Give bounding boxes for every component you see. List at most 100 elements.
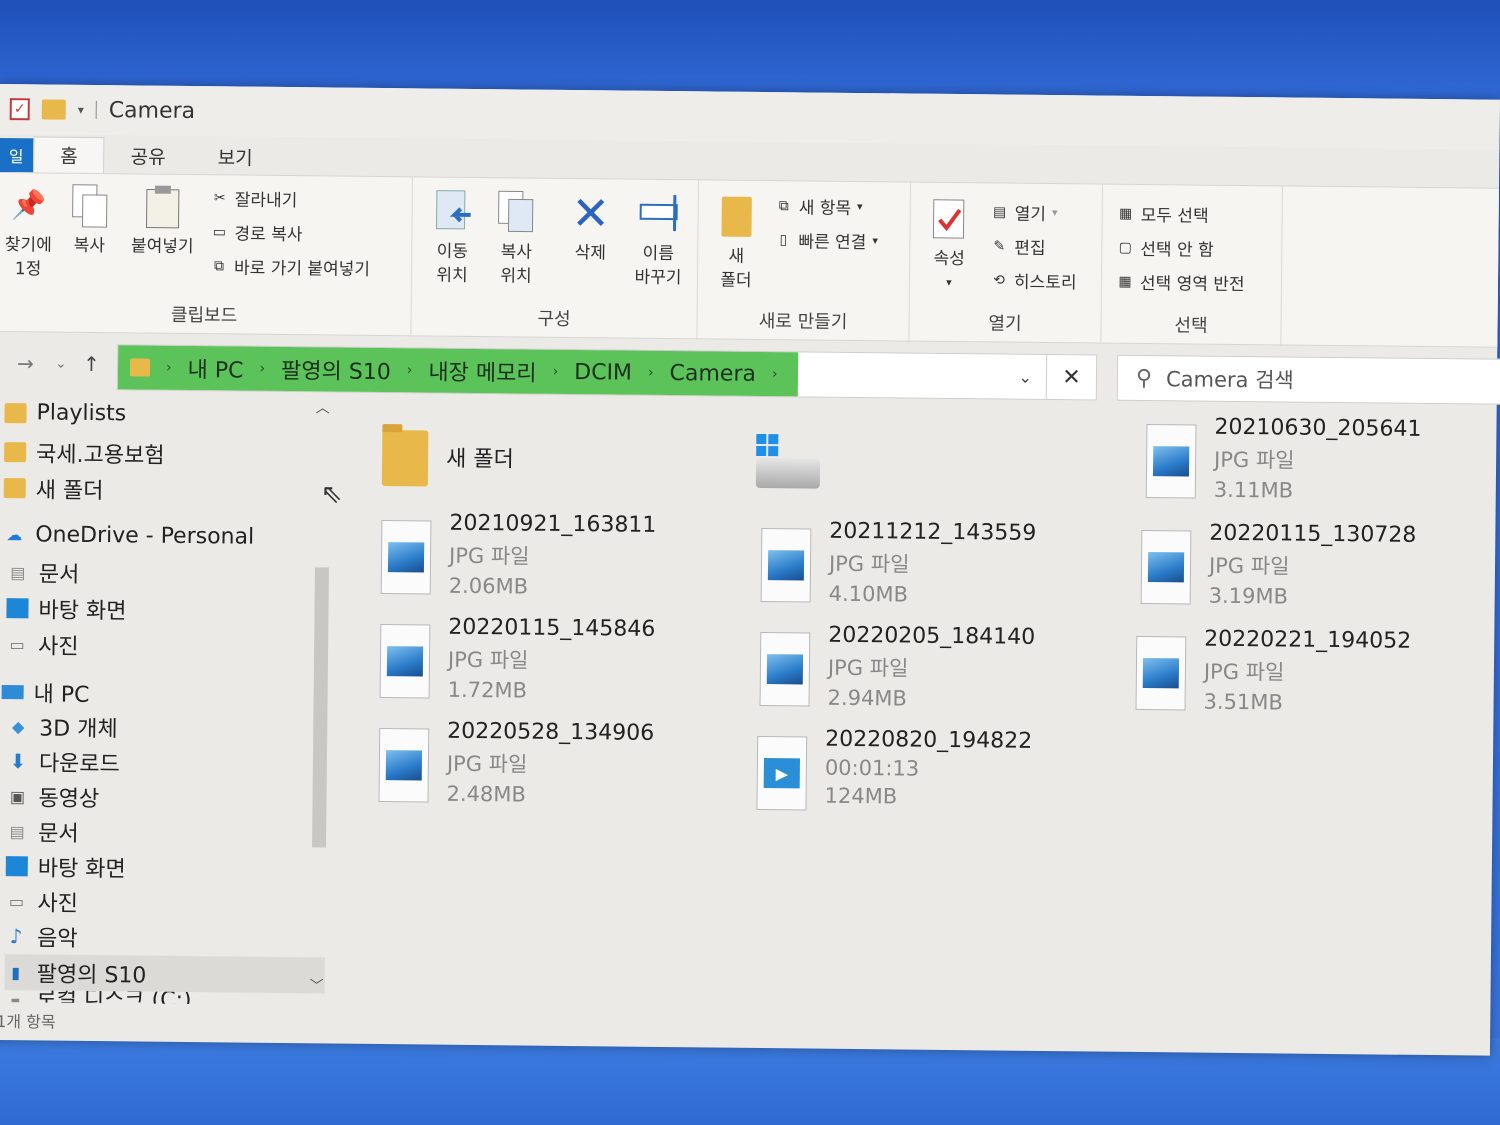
file-tile[interactable]: 20220528_134906 JPG 파일 2.48MB: [378, 718, 654, 808]
select-none-label: 선택 안 함: [1140, 239, 1214, 261]
copy-label: 복사: [73, 235, 106, 257]
up-arrow-icon[interactable]: ↑: [83, 352, 100, 376]
search-input[interactable]: ⚲ Camera 검색: [1116, 354, 1500, 405]
properties-button[interactable]: 속성 ▾: [924, 195, 975, 296]
new-folder-button[interactable]: 새 폴더: [712, 192, 761, 292]
sidebar-item-music[interactable]: ♪ 음악: [5, 920, 78, 953]
tile-size: 2.06MB: [448, 573, 529, 599]
invert-selection-button[interactable]: ▦ 선택 영역 반전: [1116, 269, 1245, 295]
recent-dropdown-icon[interactable]: ⌄: [55, 356, 67, 372]
drive-icon: ▬: [10, 994, 21, 1005]
select-group-label: 선택: [1174, 315, 1208, 337]
open-group-label: 열기: [988, 313, 1022, 335]
image-file-icon: [1135, 635, 1187, 711]
sidebar-item-tax-insurance[interactable]: 국세.고용보험: [4, 436, 165, 470]
select-none-button[interactable]: ▢ 선택 안 함: [1116, 235, 1214, 261]
sidebar-item-label: 내 PC: [33, 682, 90, 708]
copy-button[interactable]: 복사: [64, 182, 115, 259]
search-placeholder: Camera 검색: [1165, 367, 1294, 393]
sidebar-item-local-disk[interactable]: ▬ 로컬 디스크 (C:): [4, 990, 192, 1005]
breadcrumb-my-pc[interactable]: 내 PC: [187, 352, 243, 385]
edit-button[interactable]: ✎ 편집: [990, 233, 1046, 259]
drive-tile[interactable]: [755, 430, 821, 489]
breadcrumb-dcim[interactable]: DCIM: [574, 360, 632, 386]
chevron-right-icon: ›: [406, 362, 413, 379]
sidebar-item-onedrive[interactable]: ☁ OneDrive - Personal: [3, 522, 254, 549]
select-all-label: 모두 선택: [1140, 205, 1209, 227]
sidebar-item-my-pc[interactable]: 내 PC: [1, 676, 90, 709]
tab-share[interactable]: 공유: [105, 137, 192, 174]
pin-icon: 📌: [11, 188, 47, 222]
breadcrumb-device[interactable]: 팔영의 S10: [281, 353, 391, 386]
copy-to-button[interactable]: 복사 위치: [488, 188, 545, 289]
scissors-icon: ✂: [213, 189, 226, 206]
easy-access-button[interactable]: ▯ 빠른 연결 ▾: [774, 227, 878, 253]
drive-icon: [755, 433, 821, 489]
sidebar-item-new-folder[interactable]: 새 폴더: [3, 472, 104, 505]
sidebar-item-3d-objects[interactable]: ◆ 3D 개체: [7, 710, 118, 743]
new-folder-quick-icon[interactable]: [41, 99, 66, 120]
copy-path-button[interactable]: ▭ 경로 복사: [210, 219, 303, 246]
tile-type: JPG 파일: [1208, 553, 1290, 579]
tile-name: 20220221_194052: [1204, 626, 1412, 654]
scroll-thumb[interactable]: [312, 567, 329, 848]
tile-name: 20211212_143559: [829, 518, 1037, 546]
sidebar-item-videos[interactable]: ▣ 동영상: [6, 780, 99, 813]
tab-view[interactable]: 보기: [192, 138, 279, 175]
file-tile[interactable]: 20210921_163811 JPG 파일 2.06MB: [380, 510, 657, 600]
file-tile[interactable]: 20210630_205641 JPG 파일 3.11MB: [1145, 414, 1422, 504]
delete-button[interactable]: ✕ 삭제: [562, 186, 619, 266]
sidebar-item-device-s10[interactable]: ▮ 팔영의 S10: [4, 954, 325, 994]
breadcrumb-internal-memory[interactable]: 내장 메모리: [428, 355, 537, 388]
file-tile[interactable]: 20220115_145846 JPG 파일 1.72MB: [379, 614, 655, 704]
history-button[interactable]: ⟲ 히스토리: [990, 267, 1077, 293]
file-tile[interactable]: 20220221_194052 JPG 파일 3.51MB: [1135, 626, 1411, 716]
copy-to-icon: [496, 188, 537, 236]
forward-arrow-icon[interactable]: →: [17, 351, 34, 375]
quick-access-dropdown-icon[interactable]: ▾: [78, 103, 84, 117]
sidebar-item-pictures[interactable]: ▭ 사진: [5, 885, 78, 918]
sidebar-item-label: 팔영의 S10: [36, 962, 147, 989]
new-group: 새 폴더 ⧉ 새 항목 ▾ ▯ 빠른 연결 ▾ 새로 만들기: [697, 180, 912, 343]
properties-label: 속성: [933, 248, 965, 270]
sidebar-item-onedrive-desktop[interactable]: 바탕 화면: [6, 592, 127, 625]
paste-shortcut-label: 바로 가기 붙여넣기: [233, 258, 371, 280]
image-file-icon: [379, 624, 431, 699]
scroll-up-icon[interactable]: ︿: [316, 397, 330, 417]
open-button[interactable]: ▤ 열기 ▾: [991, 199, 1058, 225]
file-tile[interactable]: ▶ 20220820_194822 00:01:13 124MB: [756, 726, 1032, 813]
rename-button[interactable]: 이름 바꾸기: [624, 190, 693, 291]
move-to-button[interactable]: 이동 위치: [424, 187, 481, 288]
file-tile[interactable]: 20220115_130728 JPG 파일 3.19MB: [1140, 520, 1416, 610]
select-all-button[interactable]: ▦ 모두 선택: [1117, 201, 1209, 227]
paste-shortcut-button[interactable]: ⧉ 바로 가기 붙여넣기: [210, 253, 370, 280]
close-icon[interactable]: ✕: [1045, 354, 1097, 400]
sidebar-item-onedrive-pictures[interactable]: ▭ 사진: [6, 628, 79, 661]
cut-button[interactable]: ✂ 잘라내기: [211, 185, 298, 211]
sidebar-item-downloads[interactable]: ⬇ 다운로드: [7, 745, 120, 778]
folder-tile-new-folder[interactable]: 새 폴더: [381, 430, 514, 487]
pin-quick-access-button[interactable]: 📌 찾기에 1정: [0, 181, 59, 282]
file-tile[interactable]: 20211212_143559 JPG 파일 4.10MB: [760, 518, 1037, 608]
paste-shortcut-icon: ⧉: [214, 257, 225, 274]
cube-icon: ◆: [12, 716, 25, 736]
copy-path-label: 경로 복사: [234, 224, 303, 246]
tab-home[interactable]: 홈: [33, 136, 105, 174]
scroll-down-icon[interactable]: ﹀: [309, 975, 323, 995]
clipboard-group-label: 클립보드: [170, 304, 238, 327]
properties-check-icon[interactable]: ✓: [9, 98, 30, 121]
sidebar-item-playlists[interactable]: Playlists: [4, 400, 126, 426]
sidebar-item-onedrive-documents[interactable]: ▤ 문서: [7, 556, 80, 589]
video-file-icon: ▶: [756, 735, 808, 811]
image-file-icon: [760, 527, 812, 603]
address-bar[interactable]: › 내 PC › 팔영의 S10 › 내장 메모리 › DCIM › Camer…: [116, 344, 1098, 401]
sidebar-item-desktop[interactable]: 바탕 화면: [5, 850, 126, 883]
address-history-dropdown-icon[interactable]: ⌄: [1018, 367, 1032, 386]
new-item-icon: ⧉: [778, 197, 789, 214]
file-tile[interactable]: 20220205_184140 JPG 파일 2.94MB: [759, 622, 1035, 712]
breadcrumb-camera[interactable]: Camera: [669, 361, 756, 387]
tab-file[interactable]: 일: [0, 137, 34, 173]
paste-button[interactable]: 붙여넣기: [122, 182, 203, 259]
sidebar-item-documents[interactable]: ▤ 문서: [6, 815, 79, 848]
new-item-button[interactable]: ⧉ 새 항목 ▾: [775, 193, 863, 219]
